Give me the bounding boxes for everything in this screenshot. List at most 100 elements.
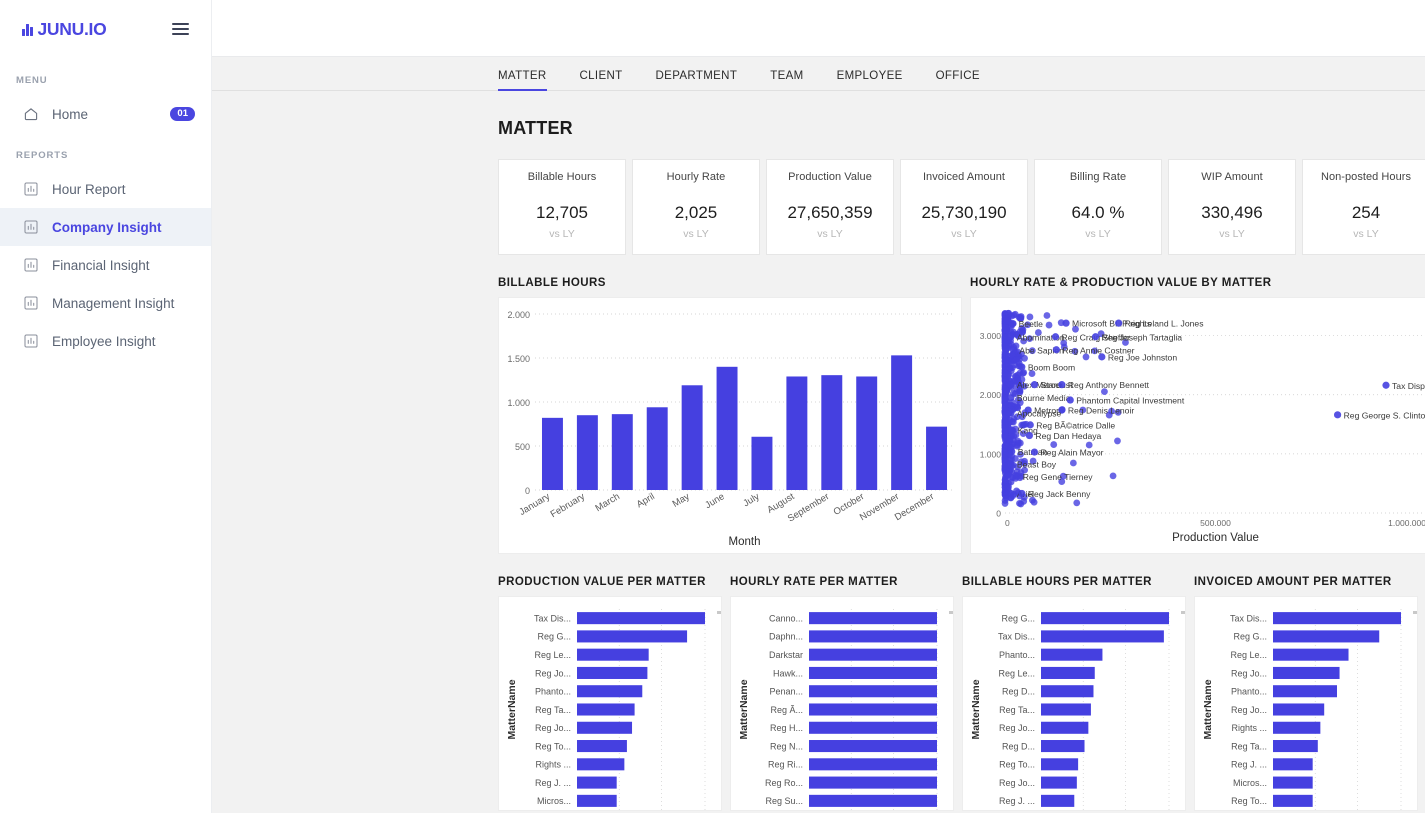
svg-text:Reg Ta...: Reg Ta... <box>999 705 1035 715</box>
report-chart-icon <box>22 181 39 198</box>
kpi-subtitle: vs LY <box>1085 228 1110 240</box>
chart-billable-hours-per-matter[interactable]: Reg G...Tax Dis...Phanto...Reg Le...Reg … <box>962 596 1186 811</box>
charts-row-middle: BILLABLE HOURS 05001.0001.5002.000Januar… <box>212 255 1425 554</box>
production-per-matter-section: PRODUCTION VALUE PER MATTER Tax Dis...Re… <box>498 576 722 811</box>
svg-text:Reg To...: Reg To... <box>535 741 571 751</box>
kpi-row: Billable Hours 12,705 vs LY Hourly Rate … <box>212 139 1425 255</box>
tab-team[interactable]: TEAM <box>770 70 803 90</box>
production-per-matter-svg: Tax Dis...Reg G...Reg Le...Reg Jo...Phan… <box>499 597 722 811</box>
sidebar-header: JUNU.IO <box>0 0 211 58</box>
svg-text:Reg J. ...: Reg J. ... <box>1231 760 1267 770</box>
sidebar-item-management-insight[interactable]: Management Insight <box>0 284 211 322</box>
svg-text:Month: Month <box>729 536 761 548</box>
sidebar-item-hour-report[interactable]: Hour Report <box>0 170 211 208</box>
kpi-card-non-posted-hours[interactable]: Non-posted Hours 254 vs LY <box>1302 159 1425 255</box>
kpi-card-hourly-rate[interactable]: Hourly Rate 2,025 vs LY <box>632 159 760 255</box>
svg-text:Reg Denis Lenoir: Reg Denis Lenoir <box>1068 406 1135 416</box>
tab-office[interactable]: OFFICE <box>936 70 980 90</box>
sidebar-item-financial-insight[interactable]: Financial Insight <box>0 246 211 284</box>
svg-text:Reg Leland L. Jones: Reg Leland L. Jones <box>1125 319 1204 329</box>
svg-text:Tax Dis...: Tax Dis... <box>1230 613 1267 623</box>
svg-text:Reg D...: Reg D... <box>1002 687 1035 697</box>
svg-text:Boom Boom: Boom Boom <box>1028 362 1075 372</box>
tab-employee[interactable]: EMPLOYEE <box>837 70 903 90</box>
scatter-svg: 01.0002.0003.000BeetleMicrosoft BI IP ri… <box>971 298 1425 554</box>
svg-text:Reg Ta...: Reg Ta... <box>1231 741 1267 751</box>
hourly-rate-per-matter-svg: Canno...Daphn...DarkstarHawk...Penan...R… <box>731 597 954 811</box>
kpi-title: Invoiced Amount <box>923 171 1005 183</box>
svg-text:Reg To...: Reg To... <box>999 760 1035 770</box>
svg-text:Reg G...: Reg G... <box>537 632 571 642</box>
svg-text:Reg H...: Reg H... <box>770 723 803 733</box>
svg-text:1.000: 1.000 <box>507 398 530 408</box>
bar-chart-logo-icon <box>22 23 33 36</box>
chart-hourly-rate-production[interactable]: 01.0002.0003.000BeetleMicrosoft BI IP ri… <box>970 297 1425 554</box>
svg-text:Micros...: Micros... <box>537 796 571 806</box>
svg-text:Reg Ã...: Reg Ã... <box>770 705 803 715</box>
report-chart-icon <box>22 295 39 312</box>
sidebar-item-employee-insight[interactable]: Employee Insight <box>0 322 211 360</box>
chart-production-value-per-matter[interactable]: Tax Dis...Reg G...Reg Le...Reg Jo...Phan… <box>498 596 722 811</box>
chart-billable-hours[interactable]: 05001.0001.5002.000JanuaryFebruaryMarchA… <box>498 297 962 554</box>
kpi-title: Billable Hours <box>528 171 597 183</box>
scatter-section: HOURLY RATE & PRODUCTION VALUE BY MATTER… <box>970 277 1425 554</box>
svg-text:0: 0 <box>525 486 530 496</box>
hamburger-menu-icon[interactable] <box>168 19 193 39</box>
kpi-value: 64.0 % <box>1072 203 1125 223</box>
svg-text:Reg G...: Reg G... <box>1001 613 1035 623</box>
svg-text:0: 0 <box>1005 518 1010 528</box>
kpi-card-billable-hours[interactable]: Billable Hours 12,705 vs LY <box>498 159 626 255</box>
svg-text:Reg Gene Tierney: Reg Gene Tierney <box>1023 472 1093 482</box>
svg-text:500: 500 <box>515 442 530 452</box>
svg-text:Rights ...: Rights ... <box>535 760 571 770</box>
sidebar-item-label: Hour Report <box>52 182 195 197</box>
svg-text:May: May <box>671 491 692 510</box>
svg-text:Reg N...: Reg N... <box>770 741 803 751</box>
svg-text:Apocalypse: Apocalypse <box>1017 409 1062 419</box>
chart-hourly-rate-per-matter[interactable]: Canno...Daphn...DarkstarHawk...Penan...R… <box>730 596 954 811</box>
topbar: mt@junu.io ⌄ <box>212 0 1425 57</box>
svg-text:Hawk...: Hawk... <box>773 668 803 678</box>
svg-text:0: 0 <box>996 509 1001 519</box>
sidebar-item-company-insight[interactable]: Company Insight <box>0 208 211 246</box>
sidebar-item-label: Financial Insight <box>52 258 195 273</box>
svg-text:Reg D...: Reg D... <box>1002 741 1035 751</box>
kpi-card-wip-amount[interactable]: WIP Amount 330,496 vs LY <box>1168 159 1296 255</box>
svg-text:Reg Dan Hedaya: Reg Dan Hedaya <box>1035 431 1101 441</box>
svg-text:Reg George S. Clinton: Reg George S. Clinton <box>1344 410 1425 420</box>
svg-text:Reg Le...: Reg Le... <box>998 668 1035 678</box>
billable-hours-svg: 05001.0001.5002.000JanuaryFebruaryMarchA… <box>499 298 962 554</box>
billable-hours-section: BILLABLE HOURS 05001.0001.5002.000Januar… <box>498 277 962 554</box>
kpi-value: 330,496 <box>1201 203 1262 223</box>
brand-name: JUNU.IO <box>38 19 107 40</box>
kpi-card-invoiced-amount[interactable]: Invoiced Amount 25,730,190 vs LY <box>900 159 1028 255</box>
chart-invoiced-amount-per-matter[interactable]: Tax Dis...Reg G...Reg Le...Reg Jo...Phan… <box>1194 596 1418 811</box>
sidebar-item-label: Company Insight <box>52 220 195 235</box>
tab-matter[interactable]: MATTER <box>498 70 547 90</box>
svg-text:Reg Joe Johnston: Reg Joe Johnston <box>1108 352 1177 362</box>
kpi-card-billing-rate[interactable]: Billing Rate 64.0 % vs LY <box>1034 159 1162 255</box>
invoiced-amount-per-matter-section: INVOICED AMOUNT PER MATTER Tax Dis...Reg… <box>1194 576 1418 811</box>
sidebar-item-home[interactable]: Home 01 <box>0 95 211 133</box>
section-header-hourly-rate-per-matter: HOURLY RATE PER MATTER <box>730 576 954 588</box>
brand-logo[interactable]: JUNU.IO <box>22 19 106 40</box>
svg-text:Phanto...: Phanto... <box>535 687 571 697</box>
section-header-billable-hours: BILLABLE HOURS <box>498 277 962 289</box>
kpi-value: 12,705 <box>536 203 588 223</box>
kpi-value: 254 <box>1352 203 1380 223</box>
sidebar-menu-label: MENU <box>0 75 211 86</box>
invoiced-amount-per-matter-svg: Tax Dis...Reg G...Reg Le...Reg Jo...Phan… <box>1195 597 1418 811</box>
svg-text:Production Value: Production Value <box>1172 532 1259 544</box>
svg-text:Phantom Capital Investment: Phantom Capital Investment <box>1076 396 1185 406</box>
kpi-title: WIP Amount <box>1201 171 1262 183</box>
sidebar-item-home-label: Home <box>52 107 157 122</box>
svg-text:Reg Jo...: Reg Jo... <box>999 778 1035 788</box>
kpi-card-production-value[interactable]: Production Value 27,650,359 vs LY <box>766 159 894 255</box>
svg-text:Reg Joseph Tartaglia: Reg Joseph Tartaglia <box>1102 332 1183 342</box>
svg-text:Reg Jo...: Reg Jo... <box>535 723 571 733</box>
tab-client[interactable]: CLIENT <box>580 70 623 90</box>
svg-text:Phanto...: Phanto... <box>1231 687 1267 697</box>
tab-department[interactable]: DEPARTMENT <box>656 70 738 90</box>
svg-text:Tax Dis...: Tax Dis... <box>534 613 571 623</box>
svg-text:Tax Dispute transfer pricing D: Tax Dispute transfer pricing Doca A/S <box>1392 381 1425 391</box>
